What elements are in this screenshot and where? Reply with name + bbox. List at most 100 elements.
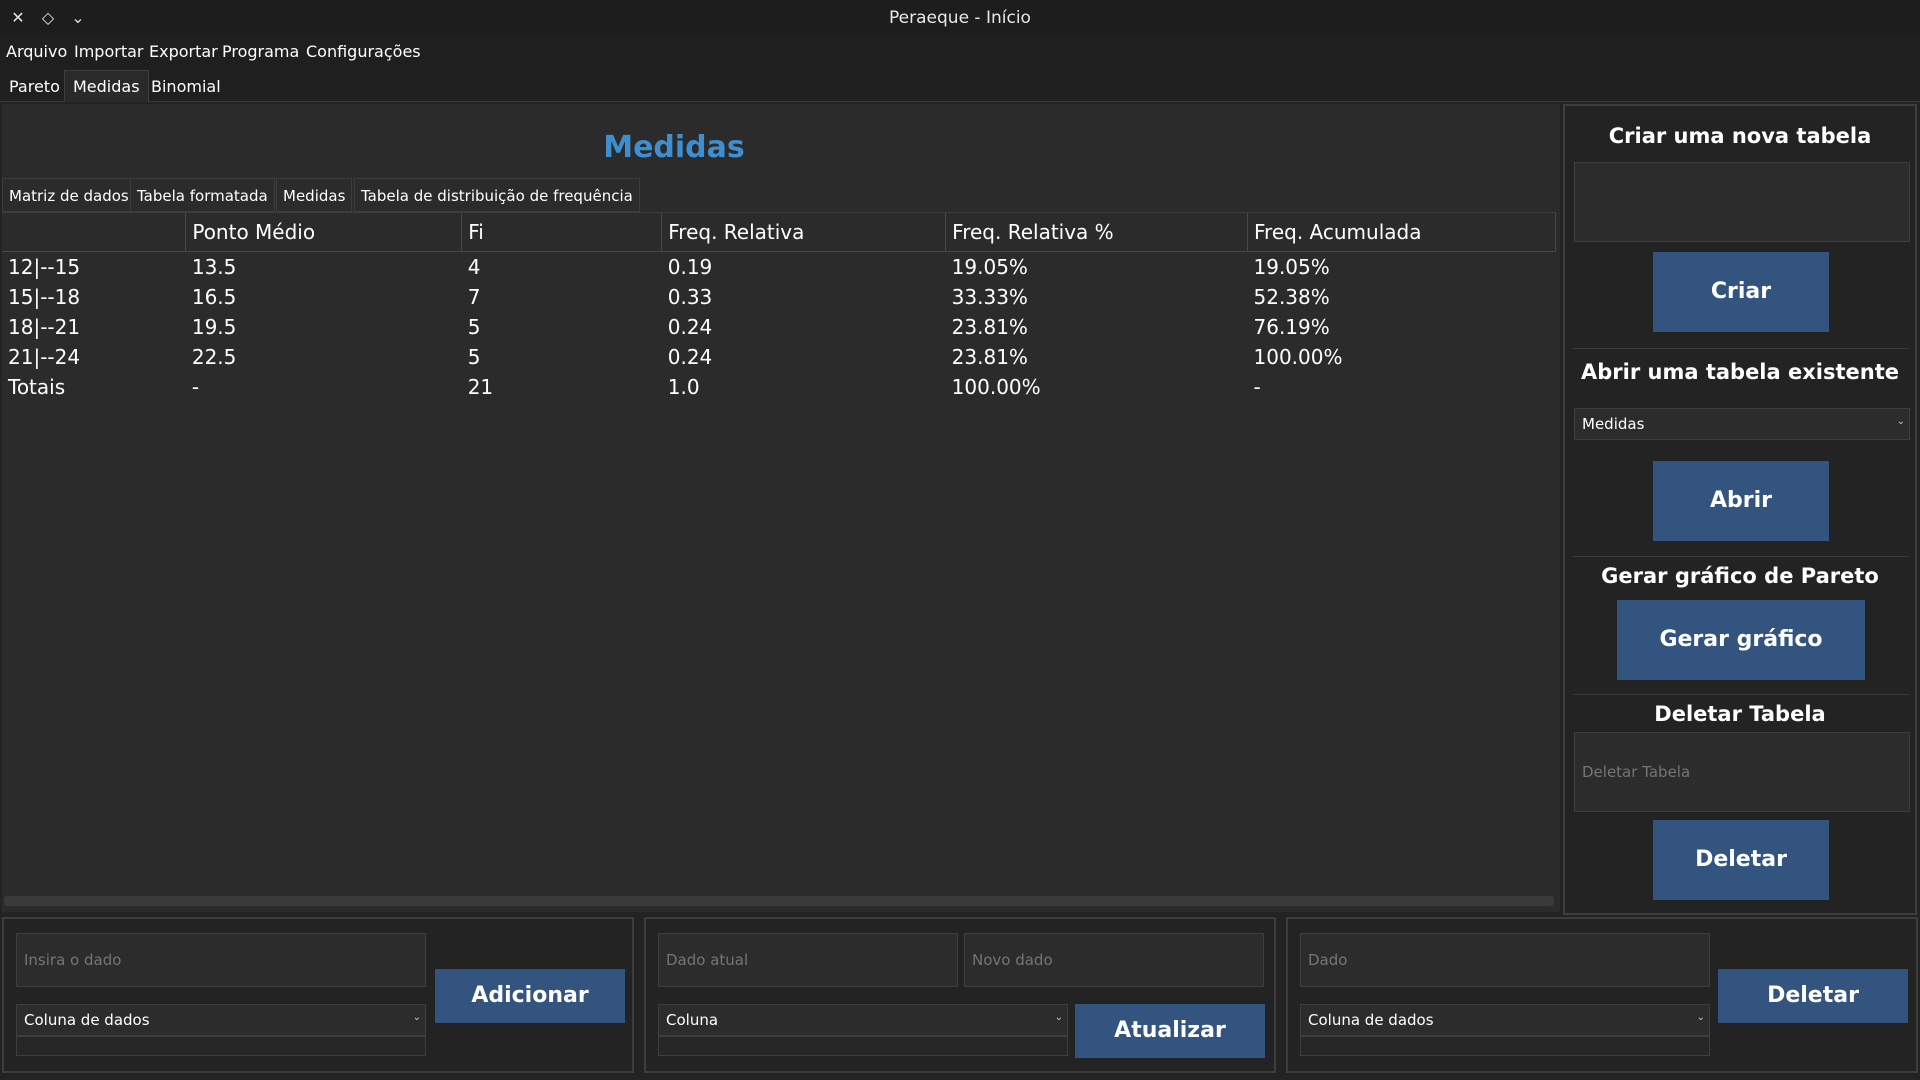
frequency-table-view[interactable]: Ponto Médio Fi Freq. Relativa Freq. Rela… xyxy=(2,212,1556,903)
divider xyxy=(1573,348,1909,349)
menu-exportar[interactable]: Exportar xyxy=(149,42,218,61)
tab-medidas[interactable]: Medidas xyxy=(64,70,149,102)
top-tabs: Pareto Medidas Binomial xyxy=(0,68,1920,102)
table-cell[interactable]: 18|--21 xyxy=(2,312,186,342)
subtab-tabela-distribuicao[interactable]: Tabela de distribuição de frequência xyxy=(354,178,640,212)
update-column-list[interactable] xyxy=(658,1036,1068,1056)
update-data-panel: Coluna ⌄ Atualizar xyxy=(644,917,1276,1073)
menu-programa[interactable]: Programa xyxy=(222,42,299,61)
column-header[interactable] xyxy=(2,213,187,252)
table-cell[interactable]: 22.5 xyxy=(186,342,462,372)
delete-data-input[interactable] xyxy=(1300,933,1710,987)
table-cell[interactable]: 0.24 xyxy=(662,312,946,342)
table-cell[interactable]: 0.19 xyxy=(662,252,946,283)
insert-data-input[interactable] xyxy=(16,933,426,987)
column-header[interactable]: Fi xyxy=(461,213,663,252)
frequency-table: Ponto Médio Fi Freq. Relativa Freq. Rela… xyxy=(2,213,1556,402)
table-cell[interactable]: 19.05% xyxy=(1248,252,1556,283)
create-table-heading: Criar uma nova tabela xyxy=(1608,124,1872,148)
divider xyxy=(1573,694,1909,695)
open-table-select[interactable]: Medidas ⌄ xyxy=(1574,408,1910,440)
generate-chart-button[interactable]: Gerar gráfico xyxy=(1617,600,1865,680)
table-cell[interactable]: 1.0 xyxy=(662,372,946,402)
dropdown-arrow-icon: ⌄ xyxy=(1054,1012,1063,1023)
menu-configuracoes[interactable]: Configurações xyxy=(306,42,421,61)
delete-column-select[interactable]: Coluna de dados ⌄ xyxy=(1300,1004,1710,1036)
main-area: Medidas Matriz de dados Tabela formatada… xyxy=(2,104,1560,912)
table-cell[interactable]: 5 xyxy=(462,312,662,342)
subtab-medidas[interactable]: Medidas xyxy=(276,178,353,212)
table-cell[interactable]: 13.5 xyxy=(186,252,462,283)
dropdown-arrow-icon: ⌄ xyxy=(1896,416,1905,427)
table-header-row: Ponto Médio Fi Freq. Relativa Freq. Rela… xyxy=(2,213,1556,252)
delete-data-button[interactable]: Deletar xyxy=(1718,969,1908,1023)
table-cell[interactable]: - xyxy=(186,372,462,402)
delete-table-input[interactable] xyxy=(1574,732,1910,812)
add-button[interactable]: Adicionar xyxy=(435,969,625,1023)
subtab-tabela-formatada[interactable]: Tabela formatada xyxy=(130,178,275,212)
title-bar: ✕ ◇ ⌄ Peraeque - Início xyxy=(0,0,1920,36)
open-button[interactable]: Abrir xyxy=(1653,461,1829,541)
add-column-select[interactable]: Coluna de dados ⌄ xyxy=(16,1004,426,1036)
menu-arquivo[interactable]: Arquivo xyxy=(6,42,67,61)
tab-pareto[interactable]: Pareto xyxy=(0,70,69,102)
menu-bar: Arquivo Importar Exportar Programa Confi… xyxy=(0,36,1920,68)
table-cell[interactable]: 0.33 xyxy=(662,282,946,312)
table-cell[interactable]: 21 xyxy=(462,372,662,402)
column-header[interactable]: Freq. Acumulada xyxy=(1247,213,1556,252)
open-table-heading: Abrir uma tabela existente xyxy=(1581,360,1899,384)
update-column-select-value: Coluna xyxy=(666,1011,719,1029)
table-row[interactable]: 12|--15 13.5 4 0.19 19.05% 19.05% xyxy=(2,252,1556,283)
subtab-matriz-de-dados[interactable]: Matriz de dados xyxy=(2,178,136,212)
dropdown-arrow-icon: ⌄ xyxy=(1696,1012,1705,1023)
table-cell[interactable]: 52.38% xyxy=(1248,282,1556,312)
table-cell[interactable]: 21|--24 xyxy=(2,342,186,372)
delete-data-panel: Coluna de dados ⌄ Deletar xyxy=(1286,917,1918,1073)
table-cell[interactable]: 19.5 xyxy=(186,312,462,342)
horizontal-scrollbar[interactable] xyxy=(4,896,1554,906)
table-cell[interactable]: 0.24 xyxy=(662,342,946,372)
column-header[interactable]: Freq. Relativa xyxy=(661,213,947,252)
menu-importar[interactable]: Importar xyxy=(74,42,143,61)
table-cell[interactable]: 15|--18 xyxy=(2,282,186,312)
add-data-panel: Coluna de dados ⌄ Adicionar xyxy=(2,917,634,1073)
table-cell[interactable]: 19.05% xyxy=(946,252,1248,283)
right-panel: Criar uma nova tabela Criar Abrir uma ta… xyxy=(1563,104,1917,915)
table-row[interactable]: 18|--21 19.5 5 0.24 23.81% 76.19% xyxy=(2,312,1556,342)
new-table-name-input[interactable] xyxy=(1574,162,1910,242)
table-cell[interactable]: 100.00% xyxy=(946,372,1248,402)
tab-binomial[interactable]: Binomial xyxy=(142,70,230,102)
delete-table-button[interactable]: Deletar xyxy=(1653,820,1829,900)
table-cell[interactable]: 16.5 xyxy=(186,282,462,312)
create-button[interactable]: Criar xyxy=(1653,252,1829,332)
column-header[interactable]: Ponto Médio xyxy=(185,213,463,252)
delete-column-select-value: Coluna de dados xyxy=(1308,1011,1434,1029)
window-title: Peraeque - Início xyxy=(889,8,1031,28)
table-row-totals[interactable]: Totais - 21 1.0 100.00% - xyxy=(2,372,1556,402)
update-column-select[interactable]: Coluna ⌄ xyxy=(658,1004,1068,1036)
delete-table-heading: Deletar Tabela xyxy=(1654,702,1826,726)
table-cell[interactable]: 7 xyxy=(462,282,662,312)
open-table-select-value: Medidas xyxy=(1582,415,1645,433)
table-cell[interactable]: 4 xyxy=(462,252,662,283)
current-data-input[interactable] xyxy=(658,933,958,987)
table-cell[interactable]: 12|--15 xyxy=(2,252,186,283)
new-data-input[interactable] xyxy=(964,933,1264,987)
table-cell[interactable]: 76.19% xyxy=(1248,312,1556,342)
table-cell[interactable]: Totais xyxy=(2,372,186,402)
pareto-heading: Gerar gráfico de Pareto xyxy=(1601,564,1879,588)
add-column-list[interactable] xyxy=(16,1036,426,1056)
table-cell[interactable]: 23.81% xyxy=(946,342,1248,372)
table-row[interactable]: 15|--18 16.5 7 0.33 33.33% 52.38% xyxy=(2,282,1556,312)
table-cell[interactable]: 23.81% xyxy=(946,312,1248,342)
table-cell[interactable]: 100.00% xyxy=(1248,342,1556,372)
column-header[interactable]: Freq. Relativa % xyxy=(945,213,1248,252)
page-title: Medidas xyxy=(603,130,745,165)
divider xyxy=(1573,556,1909,557)
table-cell[interactable]: 5 xyxy=(462,342,662,372)
table-cell[interactable]: 33.33% xyxy=(946,282,1248,312)
table-cell[interactable]: - xyxy=(1248,372,1556,402)
update-button[interactable]: Atualizar xyxy=(1075,1004,1265,1058)
delete-column-list[interactable] xyxy=(1300,1036,1710,1056)
table-row[interactable]: 21|--24 22.5 5 0.24 23.81% 100.00% xyxy=(2,342,1556,372)
